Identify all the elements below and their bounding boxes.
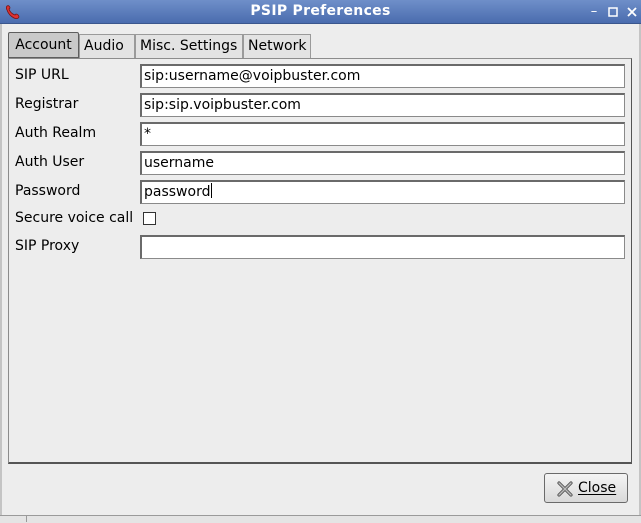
registrar-input[interactable]: sip:sip.voipbuster.com <box>140 93 625 117</box>
auth-realm-label: Auth Realm <box>15 125 97 141</box>
window-border-left <box>0 24 2 522</box>
sip-proxy-input[interactable] <box>140 235 625 259</box>
tab-network[interactable]: Network <box>243 34 311 58</box>
minimize-icon[interactable]: – <box>586 4 602 20</box>
close-icon[interactable] <box>624 4 640 20</box>
registrar-label: Registrar <box>15 96 79 112</box>
tab-account[interactable]: Account <box>8 32 79 58</box>
sip-url-input[interactable]: sip:username@voipbuster.com <box>140 64 625 88</box>
password-input[interactable]: password <box>140 180 625 204</box>
maximize-icon[interactable] <box>605 4 621 20</box>
status-divider <box>26 516 27 522</box>
tab-audio[interactable]: Audio <box>79 34 135 58</box>
text-cursor <box>211 183 213 198</box>
tab-misc-settings[interactable]: Misc. Settings <box>135 34 243 58</box>
auth-user-input[interactable]: username <box>140 151 625 175</box>
account-page <box>8 58 632 464</box>
secure-voice-call-label: Secure voice call <box>15 210 134 226</box>
window-title: PSIP Preferences <box>250 3 391 19</box>
close-button[interactable]: Close <box>544 473 628 503</box>
secure-voice-call-checkbox[interactable] <box>143 212 156 225</box>
x-icon <box>557 481 573 497</box>
sip-url-label: SIP URL <box>15 67 69 83</box>
auth-realm-input[interactable]: * <box>140 122 625 146</box>
auth-user-label: Auth User <box>15 154 85 170</box>
close-button-label: Close <box>578 480 617 496</box>
password-label: Password <box>15 183 81 199</box>
sip-proxy-label: SIP Proxy <box>15 238 80 254</box>
password-value: password <box>144 184 211 200</box>
title-bar[interactable]: PSIP Preferences – <box>0 0 641 24</box>
